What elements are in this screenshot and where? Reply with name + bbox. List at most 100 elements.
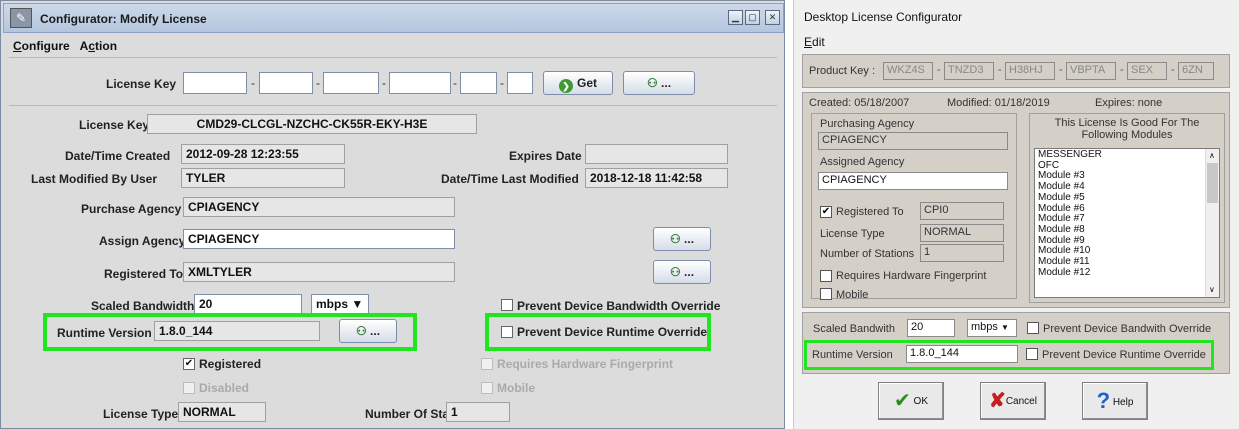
disabled-label: Disabled (199, 381, 250, 395)
expires-label: Expires Date (509, 149, 582, 163)
modified-text: Modified: 01/18/2019 (947, 97, 1050, 109)
product-key-part-2[interactable]: TNZD3 (944, 62, 994, 80)
prevent-runtime-label: Prevent Device Runtime Override (517, 325, 708, 339)
bandwidth-unit-select[interactable]: mbps ▼ (311, 294, 369, 314)
bandwidth-label: Scaled Bandwidth (91, 299, 195, 313)
registered-lookup-button[interactable]: ⚇ ... (653, 260, 711, 284)
list-item[interactable]: Module #5 (1038, 192, 1216, 204)
prevent-bandwidth-checkbox[interactable] (1027, 322, 1039, 334)
help-icon: ? (1096, 388, 1111, 413)
menu-configure[interactable]: Configure (13, 39, 70, 53)
lookup-button[interactable]: ⚇ ... (623, 71, 695, 95)
minimize-icon[interactable]: ▁ (728, 10, 743, 25)
assign-agency-input[interactable]: CPIAGENCY (183, 229, 455, 249)
assign-agency-label: Assign Agency (99, 234, 186, 248)
license-type-value: NORMAL (178, 402, 266, 422)
bandwidth-input[interactable]: 20 (194, 294, 302, 314)
people-icon: ⚇ (669, 265, 681, 279)
purchasing-agency-label: Purchasing Agency (820, 118, 915, 130)
product-key-group: Product Key : WKZ4S - TNZD3 - H38HJ - VB… (802, 54, 1230, 88)
help-button[interactable]: ? Help (1082, 382, 1148, 420)
close-icon[interactable]: ✕ (765, 10, 780, 25)
ok-button[interactable]: ✔ OK (878, 382, 944, 420)
menu-action[interactable]: Action (80, 39, 117, 53)
requires-hw-label: Requires Hardware Fingerprint (497, 357, 674, 371)
checkmark-icon: ✔ (894, 390, 911, 412)
product-key-label: Product Key : (809, 65, 876, 77)
modules-list[interactable]: MESSENGER OFC Module #3 Module #4 Module… (1034, 148, 1220, 298)
runtime-input[interactable]: 1.8.0_144 (906, 345, 1018, 363)
modified-label: Date/Time Last Modified (441, 172, 579, 186)
divider (9, 57, 777, 58)
prevent-runtime-checkbox[interactable] (1026, 348, 1038, 360)
purchasing-agency-value: CPIAGENCY (818, 132, 1008, 150)
bandwidth-label: Scaled Bandwith (813, 323, 895, 335)
configurator-window: ✎ Configurator: Modify License ▁ ▢ ✕ Con… (0, 0, 785, 429)
people-icon: ⚇ (646, 76, 658, 90)
modules-header: This License Is Good For The Following M… (1054, 117, 1200, 141)
key-part-1[interactable] (183, 72, 247, 94)
modified-user-value: TYLER (181, 168, 345, 188)
cancel-button[interactable]: ✘Cancel (980, 382, 1046, 420)
prevent-bandwidth-label: Prevent Device Bandwith Override (1043, 323, 1212, 335)
prevent-runtime-label: Prevent Device Runtime Override (1042, 349, 1206, 361)
key-part-5[interactable] (460, 72, 497, 94)
product-key-part-5[interactable]: SEX (1127, 62, 1167, 80)
bandwidth-unit-select[interactable]: mbps ▼ (967, 319, 1017, 337)
maximize-icon[interactable]: ▢ (745, 10, 760, 25)
product-key-part-6[interactable]: 6ZN (1178, 62, 1214, 80)
scrollbar[interactable]: ∧ ∨ (1205, 149, 1219, 297)
assign-lookup-button[interactable]: ⚇ ... (653, 227, 711, 251)
key-part-6[interactable] (507, 72, 533, 94)
agency-panel: Purchasing Agency CPIAGENCY Assigned Age… (811, 113, 1017, 301)
product-key-part-4[interactable]: VBPTA (1066, 62, 1116, 80)
disabled-checkbox[interactable] (183, 382, 195, 394)
purchase-agency-value: CPIAGENCY (183, 197, 455, 217)
registered-checkbox[interactable]: ✔ (183, 358, 195, 370)
modules-panel: This License Is Good For The Following M… (1029, 113, 1225, 303)
bandwidth-input[interactable]: 20 (907, 319, 955, 337)
key-part-4[interactable] (389, 72, 451, 94)
prevent-bandwidth-checkbox[interactable] (501, 299, 513, 311)
license-type-label: License Type (820, 228, 885, 240)
title-bar: ✎ Configurator: Modify License ▁ ▢ ✕ (3, 3, 784, 33)
runtime-label: Runtime Version (812, 349, 893, 361)
desktop-configurator-window: Desktop License Configurator Edit Produc… (793, 0, 1239, 429)
expires-text: Expires: none (1095, 97, 1163, 109)
registered-to-label: Registered To (104, 267, 184, 281)
product-key-part-3[interactable]: H38HJ (1005, 62, 1055, 80)
product-key-part-1[interactable]: WKZ4S (883, 62, 933, 80)
license-key-label: License Key (106, 77, 177, 91)
mobile-checkbox[interactable] (481, 382, 493, 394)
cancel-x-icon: ✘ (989, 390, 1006, 412)
chevron-down-icon: ▼ (351, 297, 364, 311)
runtime-label: Runtime Version (57, 326, 152, 340)
expires-value (585, 144, 728, 164)
registered-to-checkbox[interactable]: ✔ (820, 206, 832, 218)
chevron-down-icon: ▼ (1000, 323, 1009, 332)
list-item[interactable]: Module #12 (1038, 267, 1216, 279)
people-icon: ⚇ (669, 232, 681, 246)
scroll-down-icon[interactable]: ∨ (1209, 285, 1215, 296)
scroll-thumb[interactable] (1207, 163, 1218, 203)
mobile-checkbox[interactable] (820, 288, 832, 300)
mobile-label: Mobile (836, 289, 869, 301)
prevent-runtime-checkbox[interactable] (501, 326, 513, 338)
assigned-agency-input[interactable]: CPIAGENCY (818, 172, 1008, 190)
key-part-3[interactable] (323, 72, 379, 94)
requires-hw-checkbox[interactable] (820, 270, 832, 282)
menu-edit[interactable]: Edit (804, 35, 825, 49)
list-item[interactable]: MESSENGER (1038, 149, 1216, 161)
stations-value: 1 (920, 244, 1004, 262)
app-icon: ✎ (10, 8, 32, 28)
created-value: 2012-09-28 12:23:55 (181, 144, 345, 164)
requires-hw-checkbox[interactable] (481, 358, 493, 370)
assigned-agency-label: Assigned Agency (820, 156, 905, 168)
get-button[interactable]: ❯ Get (543, 71, 613, 95)
runtime-lookup-button[interactable]: ⚇ ... (339, 319, 397, 343)
mobile-label: Mobile (497, 381, 535, 395)
key-part-2[interactable] (259, 72, 313, 94)
prevent-bandwidth-label: Prevent Device Bandwidth Override (517, 299, 721, 313)
modified-value: 2018-12-18 11:42:58 (585, 168, 728, 188)
scroll-up-icon[interactable]: ∧ (1209, 151, 1215, 162)
